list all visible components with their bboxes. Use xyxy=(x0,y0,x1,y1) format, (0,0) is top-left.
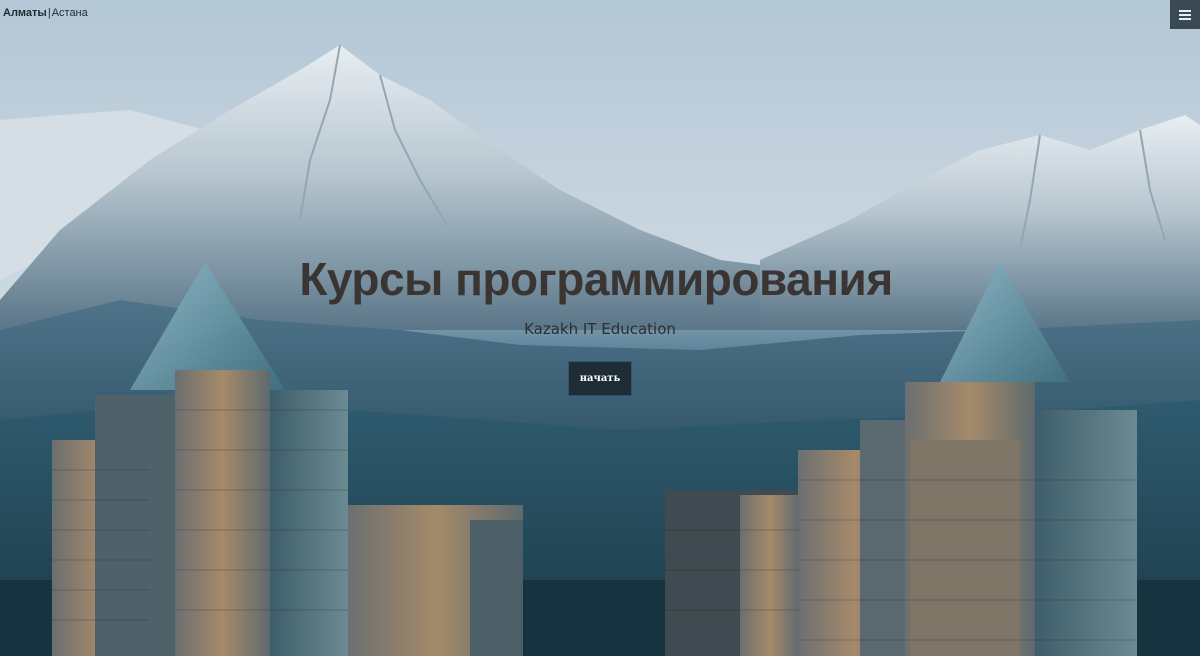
city-link-almaty[interactable]: Алматы xyxy=(3,7,47,19)
city-separator: | xyxy=(47,7,51,19)
hero-title: Курсы программирования xyxy=(299,253,893,305)
hero-subtitle: Kazakh IT Education xyxy=(524,320,676,338)
start-button[interactable]: начать xyxy=(569,362,631,395)
menu-toggle-button[interactable] xyxy=(1170,0,1200,29)
hero-section: Алматы|Астана Курсы программирования Kaz… xyxy=(0,0,1200,656)
city-switcher: Алматы|Астана xyxy=(3,7,88,19)
city-link-astana[interactable]: Астана xyxy=(52,7,88,19)
hamburger-menu-icon xyxy=(1179,9,1191,20)
